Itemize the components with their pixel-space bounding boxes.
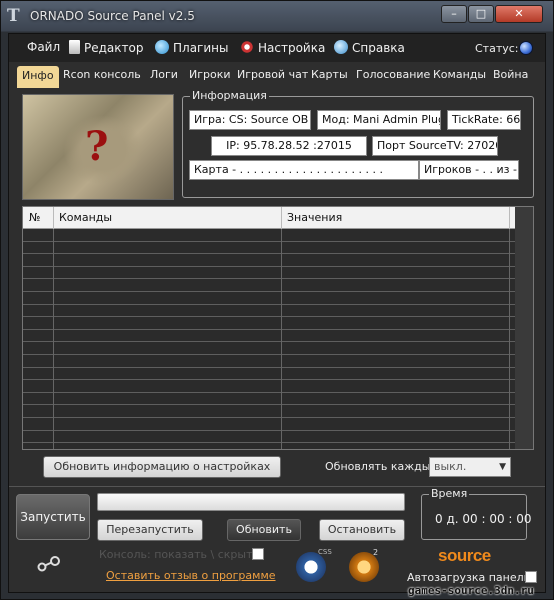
tab-info[interactable]: Инфо [17, 66, 59, 88]
column-header-commands: Команды [59, 211, 113, 224]
minimize-button[interactable]: – [441, 5, 467, 23]
maximize-button[interactable]: □ [468, 5, 494, 23]
menu-help-label: Справка [352, 41, 405, 55]
time-group-title: Время [429, 487, 470, 500]
table-header: № Команды Значения [23, 207, 527, 229]
start-button[interactable]: Запустить [16, 494, 90, 540]
title-bar[interactable]: T ORNADO Source Panel v2.5 – □ ✕ [1, 1, 553, 31]
progress-bar [97, 493, 405, 511]
plugin-icon [155, 40, 169, 54]
update-interval-label: Обновлять каждые: [325, 460, 441, 473]
table-row[interactable] [23, 229, 527, 242]
app-window: T ORNADO Source Panel v2.5 – □ ✕ Файл Ре… [0, 0, 554, 600]
table-row[interactable] [23, 279, 527, 292]
map-preview-image: ? [22, 94, 174, 200]
column-divider [509, 229, 510, 449]
menu-editor[interactable]: Редактор [69, 40, 143, 55]
refresh-button[interactable]: Обновить [227, 519, 301, 541]
menu-bar: Файл Редактор Плагины Настройка Справка … [9, 34, 545, 62]
column-divider [281, 229, 282, 449]
tab-war[interactable]: Война [493, 68, 528, 81]
update-interval-select[interactable]: выкл. ▼ [429, 457, 511, 477]
table-row[interactable] [23, 254, 527, 267]
steam-icon[interactable] [37, 556, 61, 572]
tab-players[interactable]: Игроки [189, 68, 231, 81]
table-row[interactable] [23, 330, 527, 343]
table-rows [23, 229, 527, 444]
menu-file[interactable]: Файл [27, 40, 60, 54]
table-row[interactable] [23, 393, 527, 406]
tab-maps[interactable]: Карты [311, 68, 348, 81]
feedback-link[interactable]: Оставить отзыв о программе [106, 569, 276, 582]
stop-button[interactable]: Остановить [319, 519, 405, 541]
window-title: ORNADO Source Panel v2.5 [30, 9, 195, 23]
update-interval-value: выкл. [434, 460, 467, 473]
autoload-checkbox[interactable] [525, 571, 537, 583]
column-divider [281, 207, 282, 229]
restart-button[interactable]: Перезапустить [97, 519, 203, 541]
table-row[interactable] [23, 292, 527, 305]
autoload-label: Автозагрузка панели [407, 571, 531, 584]
table-row[interactable] [23, 242, 527, 255]
menu-help[interactable]: Справка [334, 40, 405, 55]
column-divider [509, 207, 510, 229]
table-scrollbar[interactable] [515, 206, 534, 450]
map-field: Карта - . . . . . . . . . . . . . . . . … [189, 160, 419, 180]
menu-plugins[interactable]: Плагины [155, 40, 228, 55]
mod-field: Мод: Mani Admin Plugin [317, 110, 441, 130]
table-row[interactable] [23, 418, 527, 431]
console-toggle-label: Консоль: показать \ скрыть [99, 548, 259, 561]
game-field: Игра: CS: Source OB [189, 110, 311, 130]
table-row[interactable] [23, 431, 527, 444]
help-icon [334, 40, 348, 54]
column-divider [53, 229, 54, 449]
sourcetv-field: Порт SourceTV: 27020 [372, 136, 498, 156]
watermark: games-source.3dn.ru [408, 584, 534, 597]
tab-commands[interactable]: Команды [433, 68, 486, 81]
css-badge-label: CSS [318, 548, 332, 556]
console-toggle-checkbox[interactable] [252, 548, 264, 560]
tab-logs[interactable]: Логи [150, 68, 178, 81]
table-row[interactable] [23, 405, 527, 418]
hl2-badge-label: 2 [373, 548, 379, 557]
menu-plugins-label: Плагины [173, 41, 229, 55]
document-icon [69, 40, 80, 54]
source-logo: source [438, 546, 491, 565]
settings-table[interactable]: № Команды Значения [22, 206, 528, 450]
unknown-map-icon: ? [85, 123, 109, 170]
status-label: Статус: [475, 42, 519, 55]
menu-editor-label: Редактор [84, 41, 144, 55]
menu-settings-label: Настройка [258, 41, 326, 55]
menu-settings[interactable]: Настройка [240, 40, 325, 55]
table-row[interactable] [23, 380, 527, 393]
players-field: Игроков - . . из - . [419, 160, 519, 180]
tab-bar: Инфо Rcon консоль Логи Игроки Игровой ча… [17, 66, 539, 88]
css-game-icon[interactable] [296, 552, 326, 582]
table-row[interactable] [23, 317, 527, 330]
table-row[interactable] [23, 267, 527, 280]
column-divider [53, 207, 54, 229]
table-row[interactable] [23, 342, 527, 355]
table-row[interactable] [23, 355, 527, 368]
column-header-values: Значения [287, 211, 343, 224]
info-group-title: Информация [190, 89, 269, 102]
table-row[interactable] [23, 305, 527, 318]
app-logo-icon: T [7, 6, 20, 26]
gear-icon [240, 40, 254, 54]
status-indicator-icon [519, 41, 533, 55]
tickrate-field: TickRate: 66 [447, 110, 521, 130]
tab-chat[interactable]: Игровой чат [237, 68, 308, 81]
chevron-down-icon: ▼ [499, 462, 506, 472]
app-body: Файл Редактор Плагины Настройка Справка … [8, 33, 546, 593]
tab-voting[interactable]: Голосование [356, 68, 430, 81]
column-header-number: № [29, 211, 41, 224]
update-settings-button[interactable]: Обновить информацию о настройках [43, 456, 281, 478]
ip-field: IP: 95.78.28.52 :27015 [211, 136, 367, 156]
tab-rcon[interactable]: Rcon консоль [63, 68, 141, 81]
table-row[interactable] [23, 368, 527, 381]
uptime-value: 0 д. 00 : 00 : 00 [435, 512, 532, 526]
close-button[interactable]: ✕ [495, 5, 543, 23]
